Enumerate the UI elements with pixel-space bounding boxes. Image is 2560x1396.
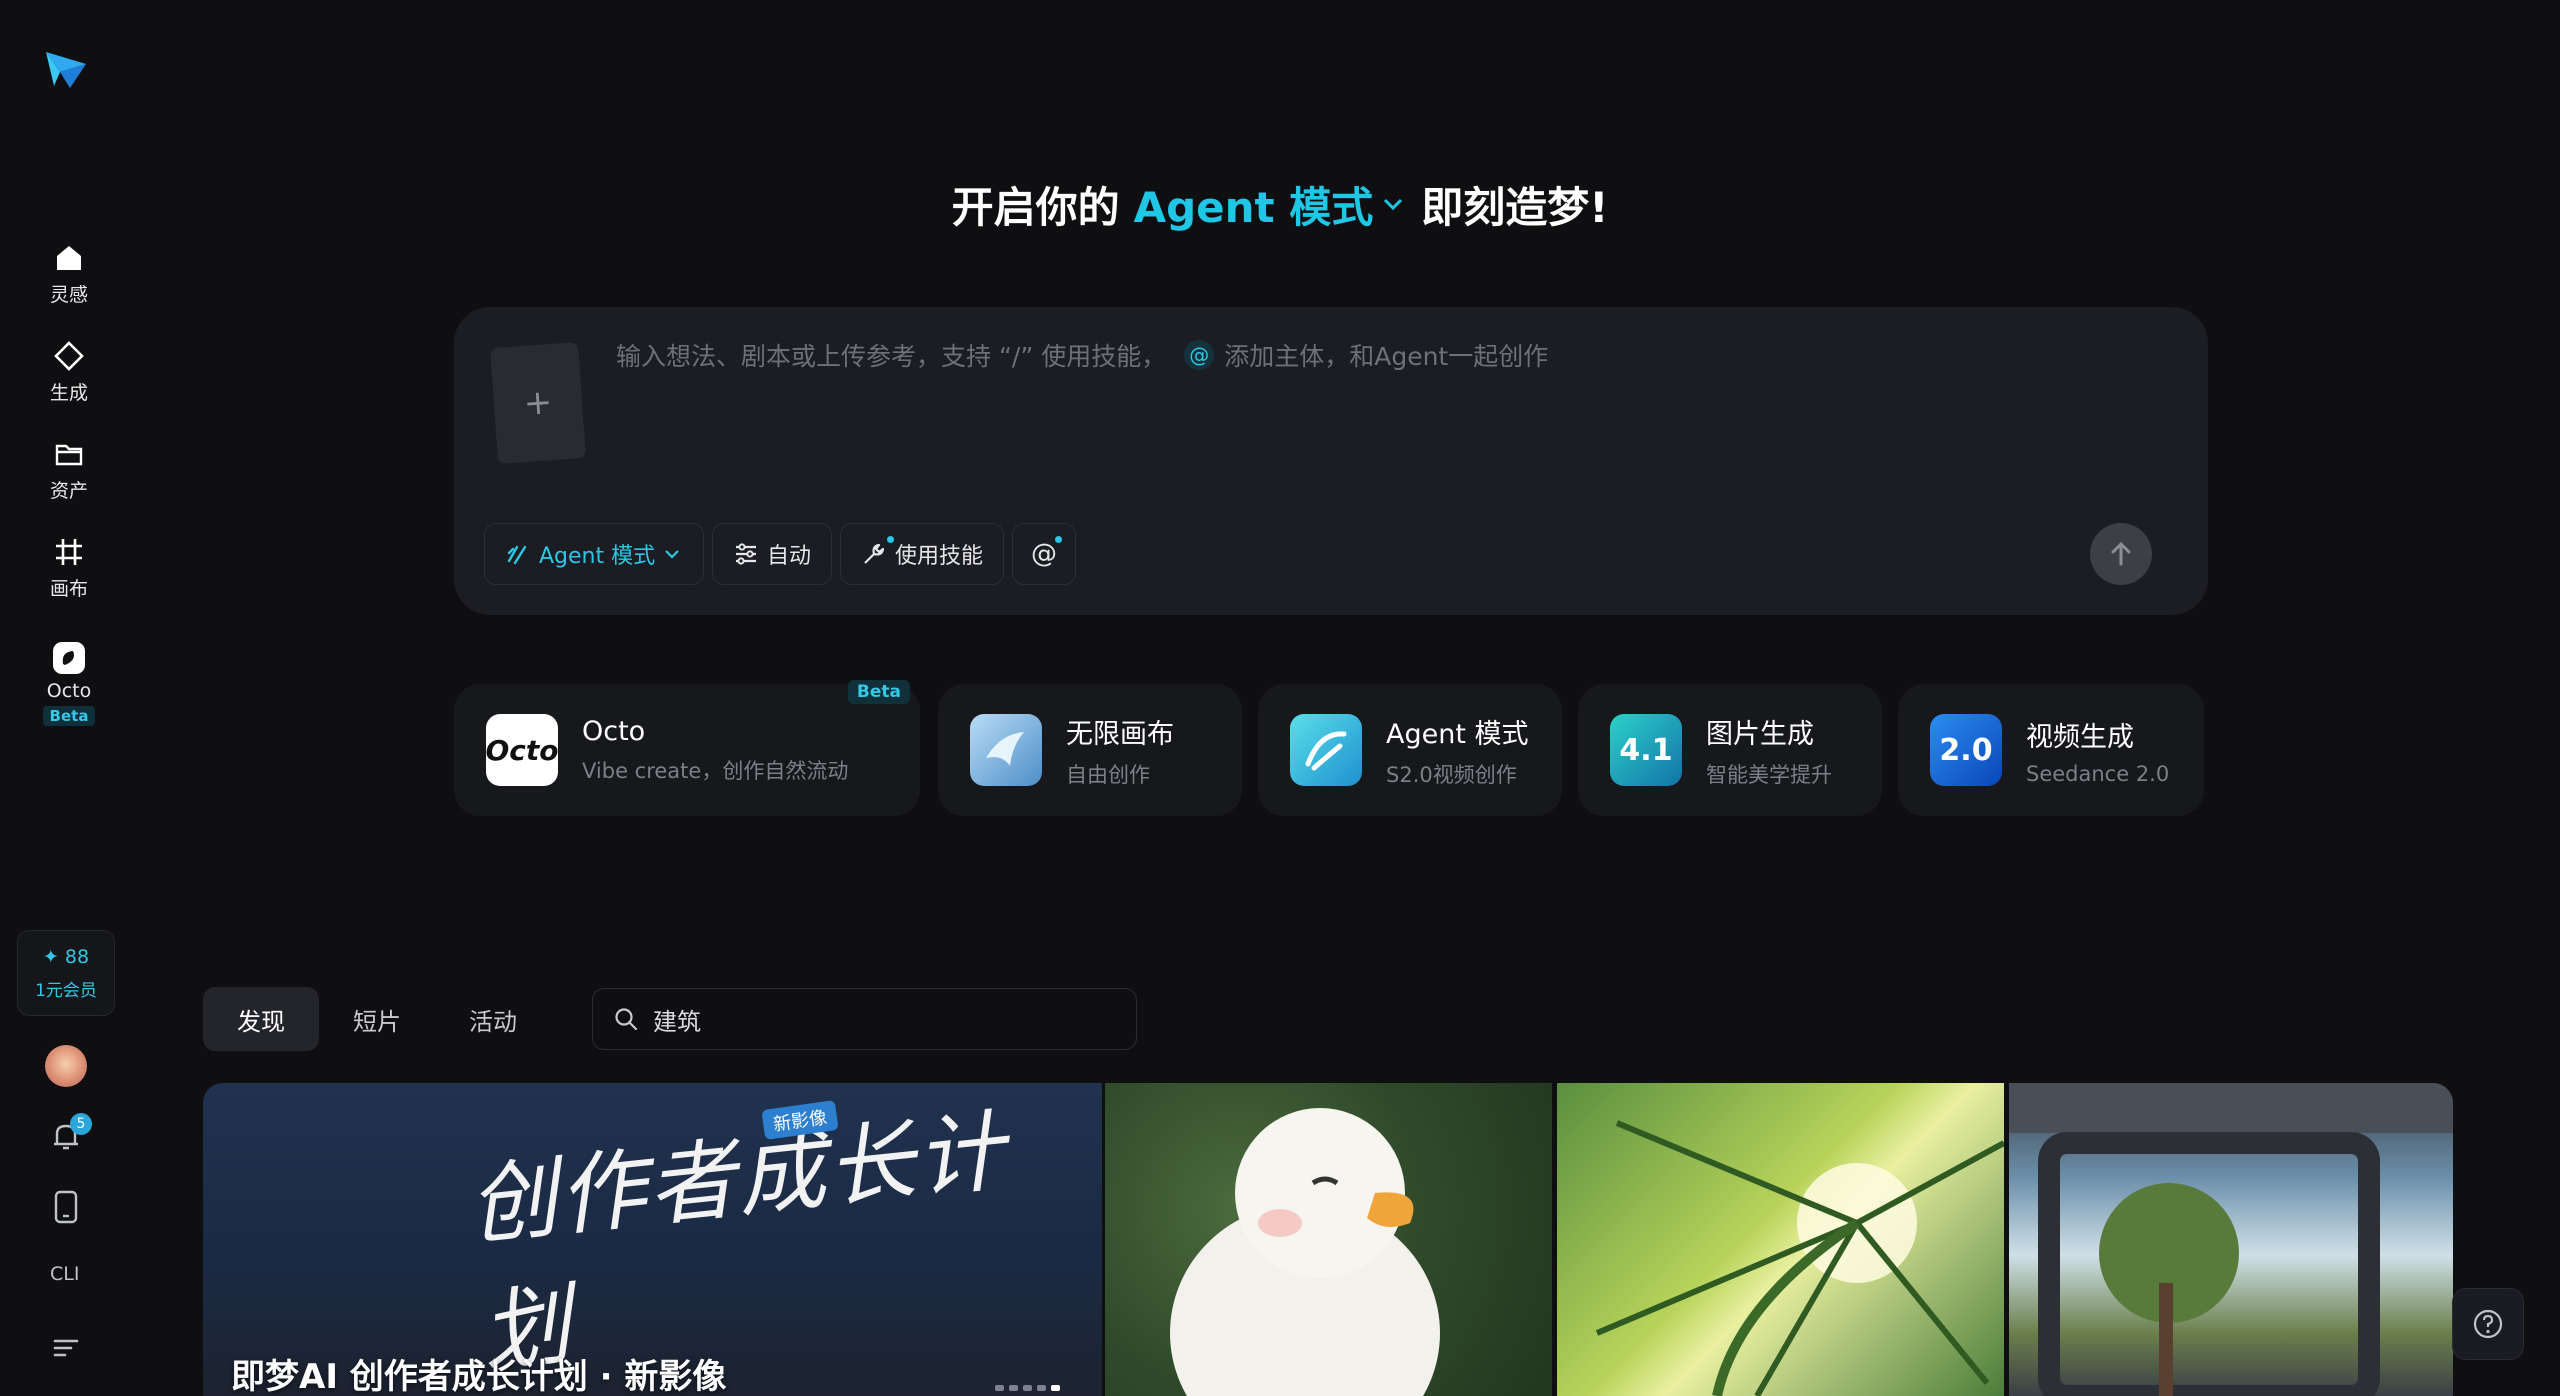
credits-amount: ✦ 88 (42, 945, 90, 968)
arrow-up-icon (2111, 541, 2131, 566)
tab-discover[interactable]: 发现 (203, 987, 319, 1051)
use-skills-button[interactable]: 使用技能 (840, 523, 1005, 585)
tab-events[interactable]: 活动 (435, 987, 551, 1051)
beta-badge: Beta (847, 680, 910, 704)
feature-card-octo[interactable]: Octo Octo Vibe create，创作自然流动 Beta (454, 680, 920, 816)
sidebar-item-inspiration[interactable]: 灵感 (19, 240, 119, 326)
skills-label: 使用技能 (895, 544, 984, 569)
feature-subtitle: 智能美学提升 (1706, 762, 1832, 787)
feature-subtitle: Vibe create，创作自然流动 (582, 758, 849, 783)
new-dot (1055, 536, 1063, 543)
bird-icon (970, 714, 1042, 786)
sidebar-item-label: 生成 (49, 382, 88, 404)
content-tabs: 发现 短片 活动 (203, 987, 551, 1051)
avatar[interactable] (45, 1045, 87, 1087)
sidebar-item-canvas[interactable]: 画布 (19, 534, 119, 620)
title-prefix: 开启你的 (951, 182, 1120, 232)
mobile-icon[interactable] (52, 1190, 80, 1224)
feature-title: Octo (582, 715, 646, 747)
app-logo-icon[interactable] (40, 42, 92, 94)
membership-label: 1元会员 (35, 980, 97, 1001)
mention-button[interactable]: @ (1012, 523, 1077, 585)
video-gen-icon: 2.0 (1930, 714, 2002, 786)
page-title: 开启你的 Agent 模式 即刻造梦! (0, 174, 2560, 234)
image-gen-icon: 4.1 (1610, 714, 1682, 786)
home-icon (51, 240, 87, 276)
beta-badge: Beta (42, 706, 96, 726)
carousel-dot (1009, 1385, 1018, 1391)
upload-reference-button[interactable]: + (490, 342, 586, 464)
sidebar-item-label: 灵感 (49, 284, 88, 306)
gallery-image-train-window[interactable] (2009, 1083, 2453, 1396)
feature-title: Agent 模式 (1386, 718, 1529, 750)
sliders-icon (736, 543, 756, 565)
menu-icon[interactable] (52, 1333, 80, 1361)
carousel-dot (995, 1385, 1004, 1391)
feature-subtitle: 自由创作 (1066, 762, 1150, 787)
sidebar-item-label: 资产 (49, 480, 88, 502)
folder-icon (51, 436, 87, 472)
title-suffix: 即刻造梦! (1421, 182, 1609, 232)
prompt-toolbar: Agent 模式 自动 使用技能 @ (484, 523, 1077, 585)
search-bar (592, 988, 1137, 1050)
train-illustration (2009, 1083, 2453, 1396)
sidebar-item-assets[interactable]: 资产 (19, 436, 119, 522)
sidebar-item-label: 画布 (49, 578, 88, 600)
prompt-placeholder: 输入想法、剧本或上传参考，支持 “/” 使用技能， (616, 342, 1167, 371)
send-button[interactable] (2090, 523, 2152, 585)
canvas-icon (51, 534, 87, 570)
carousel-indicator[interactable] (995, 1385, 1060, 1391)
octo-icon (51, 640, 87, 676)
membership-credits[interactable]: ✦ 88 1元会员 (17, 930, 115, 1016)
agent-mode-icon (1290, 714, 1362, 786)
discover-gallery: 创作者成长计划 新影像 即梦AI 创作者成长计划 · 新影像 (203, 1083, 2453, 1396)
auto-settings-button[interactable]: 自动 (712, 523, 833, 585)
feature-title: 视频生成 (2026, 721, 2134, 753)
sidebar-item-octo[interactable]: Octo Beta (19, 640, 119, 740)
feature-card-image-generation[interactable]: 4.1 图片生成 智能美学提升 (1578, 684, 1882, 816)
octo-icon: Octo (485, 714, 559, 786)
new-dot (887, 536, 895, 543)
mode-selector[interactable]: Agent 模式 (1134, 174, 1374, 235)
search-icon (615, 1008, 638, 1031)
help-icon (2473, 1309, 2503, 1339)
search-input[interactable] (651, 1004, 1111, 1034)
prompt-placeholder-tail: 添加主体，和Agent一起创作 (1224, 342, 1549, 371)
cli-button[interactable]: CLI (50, 1263, 79, 1285)
feature-card-infinite-canvas[interactable]: 无限画布 自由创作 (938, 684, 1242, 816)
carousel-dot (1023, 1385, 1032, 1391)
agent-icon (507, 545, 527, 565)
leaf-illustration (1595, 1120, 2004, 1396)
auto-label: 自动 (767, 544, 812, 569)
agent-mode-dropdown[interactable]: Agent 模式 (484, 523, 704, 585)
banner-caption: 即梦AI 创作者成长计划 · 新影像 (231, 1357, 727, 1396)
prompt-box: + 输入想法、剧本或上传参考，支持 “/” 使用技能， @ 添加主体，和Agen… (454, 307, 2208, 615)
feature-card-agent-mode[interactable]: Agent 模式 S2.0视频创作 (1258, 684, 1562, 816)
agent-mode-label: Agent 模式 (539, 544, 656, 569)
feature-subtitle: S2.0视频创作 (1386, 762, 1517, 787)
carousel-dot (1037, 1385, 1046, 1391)
banner-creator-program[interactable]: 创作者成长计划 新影像 即梦AI 创作者成长计划 · 新影像 (203, 1083, 1102, 1396)
gallery-image-leaves[interactable] (1557, 1083, 2004, 1396)
duck-illustration (1170, 1108, 1440, 1396)
plus-icon: + (522, 382, 554, 424)
feature-title: 图片生成 (1706, 718, 1814, 750)
feature-title: 无限画布 (1066, 718, 1174, 750)
tab-short-films[interactable]: 短片 (319, 987, 435, 1051)
prompt-input[interactable]: 输入想法、剧本或上传参考，支持 “/” 使用技能， @ 添加主体，和Agent一… (616, 337, 1548, 373)
at-mention-icon: @ (1184, 340, 1215, 370)
wrench-icon (864, 543, 885, 564)
sidebar-item-label: Octo (46, 680, 92, 702)
help-button[interactable] (2452, 1288, 2524, 1360)
chevron-down-icon[interactable] (1379, 190, 1407, 218)
at-icon: @ (1031, 539, 1058, 569)
sparkle-icon (51, 338, 87, 374)
chevron-down-icon (665, 550, 679, 559)
notification-badge: 5 (70, 1113, 92, 1135)
carousel-dot-active (1051, 1385, 1060, 1391)
sidebar-item-generate[interactable]: 生成 (19, 338, 119, 424)
feature-subtitle: Seedance 2.0 (2026, 761, 2170, 786)
gallery-image-duck[interactable] (1105, 1083, 1552, 1396)
feature-card-video-generation[interactable]: 2.0 视频生成 Seedance 2.0 (1898, 684, 2204, 816)
